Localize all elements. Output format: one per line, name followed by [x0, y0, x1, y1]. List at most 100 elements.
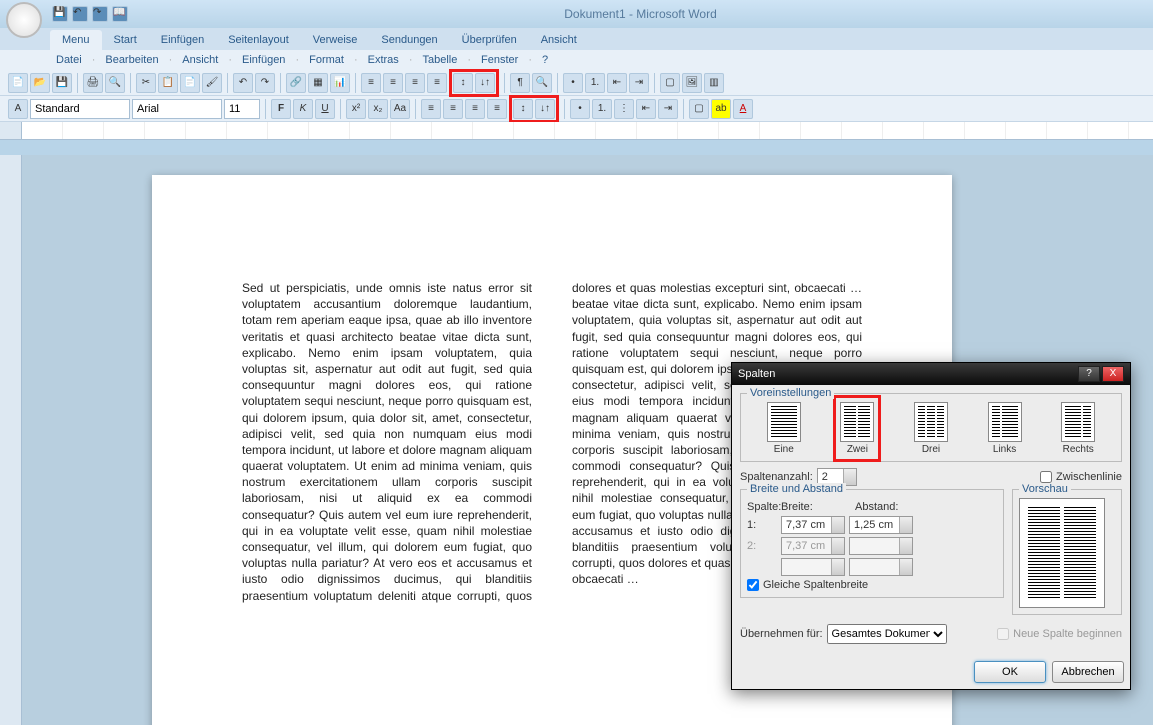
menu-datei[interactable]: Datei	[50, 52, 88, 68]
line-spacing-icon[interactable]: ↕	[513, 99, 533, 119]
menu-tabelle[interactable]: Tabelle	[416, 52, 463, 68]
menubar: Datei· Bearbeiten· Ansicht· Einfügen· Fo…	[0, 50, 1153, 70]
save-icon[interactable]: 💾	[52, 73, 72, 93]
table-icon[interactable]: ▦	[308, 73, 328, 93]
apply-to-label: Übernehmen für:	[740, 628, 823, 640]
print-icon[interactable]: 🖨	[83, 73, 103, 93]
superscript-icon[interactable]: x²	[346, 99, 366, 119]
align-right-icon[interactable]: ≡	[405, 73, 425, 93]
menu-einfuegen[interactable]: Einfügen	[236, 52, 291, 68]
align-right-icon[interactable]: ≡	[465, 99, 485, 119]
ok-button[interactable]: OK	[974, 661, 1046, 683]
bullets-icon[interactable]: •	[570, 99, 590, 119]
indent-icon[interactable]: ⇥	[658, 99, 678, 119]
book-icon[interactable]: 📖	[112, 6, 128, 22]
columns-dialog: Spalten ? X Voreinstellungen Eine Zwei	[731, 362, 1131, 690]
tab-start[interactable]: Start	[102, 30, 149, 50]
copy-icon[interactable]: 📋	[158, 73, 178, 93]
highlight-icon[interactable]: ab	[711, 99, 731, 119]
width-spacing-group: Breite und Abstand Spalte: Breite: Absta…	[740, 489, 1004, 598]
undo-icon[interactable]: ↶	[72, 6, 88, 22]
numbering-icon[interactable]: 1.	[585, 73, 605, 93]
bold-icon[interactable]: F	[271, 99, 291, 119]
col1-width[interactable]: 7,37 cm	[781, 516, 845, 534]
menu-ansicht[interactable]: Ansicht	[176, 52, 224, 68]
undo-icon[interactable]: ↶	[233, 73, 253, 93]
cut-icon[interactable]: ✂	[136, 73, 156, 93]
preset-two[interactable]: Zwei	[840, 402, 874, 455]
justify-icon[interactable]: ≡	[427, 73, 447, 93]
zoom-icon[interactable]: 🔍	[532, 73, 552, 93]
presets-group: Voreinstellungen Eine Zwei Drei	[740, 393, 1122, 462]
divider-checkbox[interactable]: Zwischenlinie	[1040, 471, 1122, 483]
style-combo[interactable]: Standard	[30, 99, 130, 119]
borders-icon[interactable]: ▢	[660, 73, 680, 93]
align-left-icon[interactable]: ≡	[361, 73, 381, 93]
preset-three[interactable]: Drei	[914, 402, 948, 455]
format-painter-icon[interactable]: 🖌	[202, 73, 222, 93]
align-center-icon[interactable]: ≡	[443, 99, 463, 119]
outdent-icon[interactable]: ⇤	[636, 99, 656, 119]
col1-spacing[interactable]: 1,25 cm	[849, 516, 913, 534]
apply-to-select[interactable]: Gesamtes Dokument	[827, 624, 947, 644]
menu-format[interactable]: Format	[303, 52, 350, 68]
tab-seitenlayout[interactable]: Seitenlayout	[216, 30, 301, 50]
tab-menu[interactable]: Menu	[50, 30, 102, 50]
open-icon[interactable]: 📂	[30, 73, 50, 93]
bullets-icon[interactable]: •	[563, 73, 583, 93]
equal-width-checkbox[interactable]: Gleiche Spaltenbreite	[747, 579, 997, 591]
close-button[interactable]: X	[1102, 366, 1124, 382]
italic-icon[interactable]: K	[293, 99, 313, 119]
save-icon[interactable]: 💾	[52, 6, 68, 22]
sort-icon[interactable]: ↓↑	[535, 99, 555, 119]
tab-ueberpruefen[interactable]: Überprüfen	[450, 30, 529, 50]
cancel-button[interactable]: Abbrechen	[1052, 661, 1124, 683]
subscript-icon[interactable]: x₂	[368, 99, 388, 119]
new-icon[interactable]: 📄	[8, 73, 28, 93]
menu-bearbeiten[interactable]: Bearbeiten	[99, 52, 164, 68]
redo-icon[interactable]: ↷	[92, 6, 108, 22]
borders-icon[interactable]: ▢	[689, 99, 709, 119]
office-button[interactable]	[6, 2, 42, 38]
dialog-title: Spalten	[738, 368, 775, 380]
menu-fenster[interactable]: Fenster	[475, 52, 524, 68]
menu-extras[interactable]: Extras	[362, 52, 405, 68]
preview-icon[interactable]: 🔍	[105, 73, 125, 93]
tab-sendungen[interactable]: Sendungen	[369, 30, 449, 50]
show-marks-icon[interactable]: ¶	[510, 73, 530, 93]
font-color-icon[interactable]: A	[733, 99, 753, 119]
align-left-icon[interactable]: ≡	[421, 99, 441, 119]
new-column-checkbox: Neue Spalte beginnen	[997, 628, 1122, 640]
help-button[interactable]: ?	[1078, 366, 1100, 382]
multilevel-icon[interactable]: ⋮	[614, 99, 634, 119]
sort-icon[interactable]: ↓↑	[475, 73, 495, 93]
outdent-icon[interactable]: ⇤	[607, 73, 627, 93]
change-case-icon[interactable]: Aa	[390, 99, 410, 119]
tab-einfuegen[interactable]: Einfügen	[149, 30, 216, 50]
link-icon[interactable]: 🔗	[286, 73, 306, 93]
justify-icon[interactable]: ≡	[487, 99, 507, 119]
tab-verweise[interactable]: Verweise	[301, 30, 370, 50]
preset-left[interactable]: Links	[988, 402, 1022, 455]
image-icon[interactable]: 🖼	[682, 73, 702, 93]
underline-icon[interactable]: U	[315, 99, 335, 119]
paste-icon[interactable]: 📄	[180, 73, 200, 93]
redo-icon[interactable]: ↷	[255, 73, 275, 93]
align-center-icon[interactable]: ≡	[383, 73, 403, 93]
excel-icon[interactable]: 📊	[330, 73, 350, 93]
font-combo[interactable]: Arial	[132, 99, 222, 119]
preset-right[interactable]: Rechts	[1061, 402, 1095, 455]
columns-icon[interactable]: ▥	[704, 73, 724, 93]
dialog-titlebar[interactable]: Spalten ? X	[732, 363, 1130, 385]
preset-one[interactable]: Eine	[767, 402, 801, 455]
width-header: Breite:	[781, 501, 851, 513]
menu-help[interactable]: ?	[536, 52, 554, 68]
col3-width	[781, 558, 845, 576]
styles-icon[interactable]: A	[8, 99, 28, 119]
size-combo[interactable]: 11	[224, 99, 260, 119]
toolbar-2: A Standard Arial 11 F K U x² x₂ Aa ≡ ≡ ≡…	[0, 96, 1153, 122]
numbering-icon[interactable]: 1.	[592, 99, 612, 119]
line-spacing-icon[interactable]: ↕	[453, 73, 473, 93]
tab-ansicht[interactable]: Ansicht	[529, 30, 589, 50]
indent-icon[interactable]: ⇥	[629, 73, 649, 93]
